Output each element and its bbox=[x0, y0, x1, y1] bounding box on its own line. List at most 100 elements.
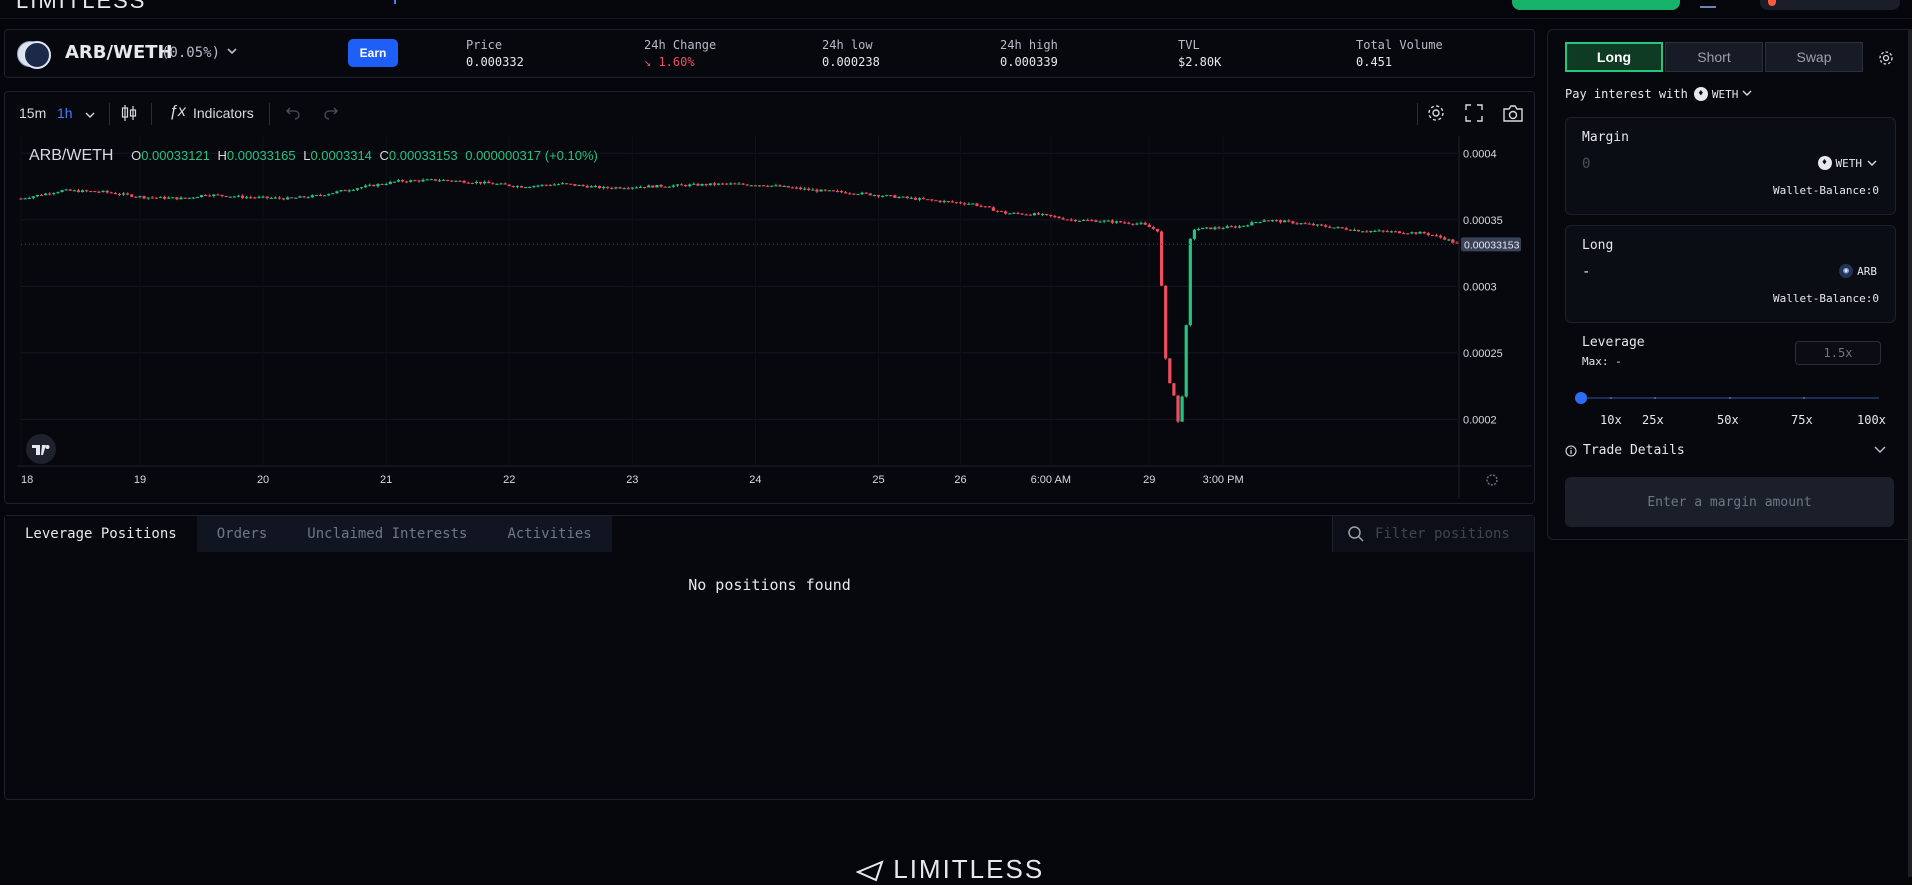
candle bbox=[577, 184, 581, 186]
legend-open-label: O bbox=[131, 148, 142, 163]
candle bbox=[400, 180, 405, 182]
candle bbox=[294, 197, 298, 199]
pay-token-select[interactable]: WETH bbox=[1712, 88, 1739, 101]
tab-unclaimed-interests[interactable]: Unclaimed Interests bbox=[287, 516, 488, 552]
tab-short[interactable]: Short bbox=[1665, 42, 1763, 72]
candle bbox=[876, 195, 881, 197]
tradingview-logo-icon[interactable] bbox=[25, 433, 57, 469]
legend-high-label: H bbox=[217, 148, 227, 163]
chevron-down-icon[interactable] bbox=[1742, 87, 1752, 101]
filter-positions-input[interactable] bbox=[1373, 525, 1527, 543]
candle bbox=[458, 180, 462, 182]
candle bbox=[1020, 213, 1024, 215]
candle bbox=[245, 197, 249, 199]
candle bbox=[733, 183, 737, 185]
candle bbox=[540, 184, 544, 186]
candle bbox=[150, 197, 154, 199]
submit-trade-button[interactable]: Enter a margin amount bbox=[1565, 477, 1894, 527]
tab-activities[interactable]: Activities bbox=[487, 516, 612, 552]
candle bbox=[1361, 231, 1365, 233]
tab-long[interactable]: Long bbox=[1565, 42, 1663, 72]
candle bbox=[388, 181, 392, 185]
candle bbox=[138, 196, 142, 198]
candle bbox=[610, 187, 614, 189]
trade-details-toggle[interactable]: Trade Details bbox=[1565, 443, 1685, 458]
candle bbox=[511, 185, 515, 187]
leverage-mark[interactable]: 75x bbox=[1791, 413, 1813, 427]
candle bbox=[1032, 213, 1037, 216]
candle bbox=[1287, 220, 1291, 222]
fullscreen-icon[interactable] bbox=[1465, 104, 1483, 125]
price-chart[interactable]: 0.0004 0.00035 0.0003 0.00025 0.0002 18 19 20 2… bbox=[17, 136, 1532, 498]
candle bbox=[1205, 227, 1209, 229]
leverage-input[interactable] bbox=[1795, 341, 1881, 365]
earn-button[interactable]: Earn bbox=[348, 39, 398, 67]
leverage-slider-thumb[interactable] bbox=[1575, 392, 1587, 404]
tab-leverage-positions[interactable]: Leverage Positions bbox=[5, 516, 197, 552]
leverage-mark[interactable]: 100x bbox=[1857, 413, 1886, 427]
connect-button[interactable] bbox=[1512, 0, 1680, 10]
candle bbox=[413, 180, 417, 182]
candle bbox=[729, 183, 733, 185]
candle bbox=[638, 186, 643, 188]
page-scrollbar[interactable] bbox=[1908, 29, 1912, 877]
candle bbox=[19, 198, 23, 200]
candle bbox=[934, 200, 938, 202]
candle bbox=[236, 195, 241, 197]
network-icon[interactable] bbox=[1700, 0, 1716, 8]
candle bbox=[811, 189, 815, 191]
pair-name[interactable]: ARB/WETH bbox=[65, 42, 173, 63]
interval-1h[interactable]: 1h bbox=[57, 105, 73, 121]
candle bbox=[1123, 222, 1127, 224]
candle bbox=[462, 180, 466, 183]
margin-token-select[interactable]: ♦ WETH bbox=[1812, 156, 1878, 170]
chevron-down-icon[interactable] bbox=[226, 45, 238, 60]
candle bbox=[950, 201, 954, 203]
interval-15m[interactable]: 15m bbox=[19, 105, 46, 121]
candle bbox=[622, 188, 626, 190]
candle bbox=[901, 196, 905, 198]
account-button[interactable] bbox=[1760, 0, 1900, 10]
camera-icon[interactable] bbox=[1502, 103, 1524, 126]
undo-icon[interactable] bbox=[285, 104, 301, 123]
long-box: Long - ◉ ARB Wallet-Balance:0 bbox=[1565, 225, 1896, 323]
candle bbox=[1008, 213, 1012, 215]
wallet-balance-label: Wallet-Balance: bbox=[1773, 184, 1873, 197]
leverage-mark[interactable]: 50x bbox=[1717, 413, 1739, 427]
candle bbox=[503, 183, 507, 185]
y-tick-label: 0.00025 bbox=[1463, 348, 1503, 360]
candle bbox=[798, 187, 803, 190]
candles-icon[interactable] bbox=[121, 104, 137, 125]
candle bbox=[64, 189, 68, 191]
eth-icon: ♦ bbox=[1817, 156, 1832, 170]
candle bbox=[454, 180, 458, 182]
candle bbox=[581, 184, 585, 186]
brand-logo[interactable]: LIMITLESS bbox=[16, 0, 146, 14]
pair-fee[interactable]: (0.05%) bbox=[161, 45, 220, 61]
leverage-mark[interactable]: 10x bbox=[1600, 413, 1622, 427]
candle bbox=[1213, 227, 1217, 230]
candle bbox=[392, 181, 396, 183]
indicators-button[interactable]: Indicators bbox=[193, 105, 254, 121]
tab-swap[interactable]: Swap bbox=[1765, 42, 1863, 72]
candle bbox=[762, 185, 766, 187]
candle bbox=[1348, 229, 1352, 231]
candle bbox=[1061, 218, 1065, 220]
margin-amount-input[interactable]: 0 bbox=[1582, 156, 1590, 172]
redo-icon[interactable] bbox=[323, 104, 339, 123]
tab-orders[interactable]: Orders bbox=[196, 516, 288, 552]
trade-panel: Long Short Swap Pay interest with ♦ WETH… bbox=[1547, 29, 1912, 540]
candle bbox=[803, 188, 807, 190]
settings-gear-icon[interactable] bbox=[1426, 103, 1446, 126]
stat-label: 24h low bbox=[822, 38, 873, 52]
function-icon[interactable]: ƒx bbox=[169, 103, 186, 121]
candle bbox=[240, 195, 245, 198]
interval-chevron-down-icon[interactable] bbox=[85, 107, 95, 123]
candle bbox=[749, 185, 753, 187]
candle bbox=[1283, 220, 1287, 223]
trade-details-chevron-down-icon[interactable] bbox=[1873, 442, 1887, 459]
trade-settings-gear-icon[interactable] bbox=[1878, 50, 1894, 70]
candle bbox=[105, 190, 109, 193]
leverage-mark[interactable]: 25x bbox=[1642, 413, 1664, 427]
candle bbox=[1082, 219, 1086, 221]
